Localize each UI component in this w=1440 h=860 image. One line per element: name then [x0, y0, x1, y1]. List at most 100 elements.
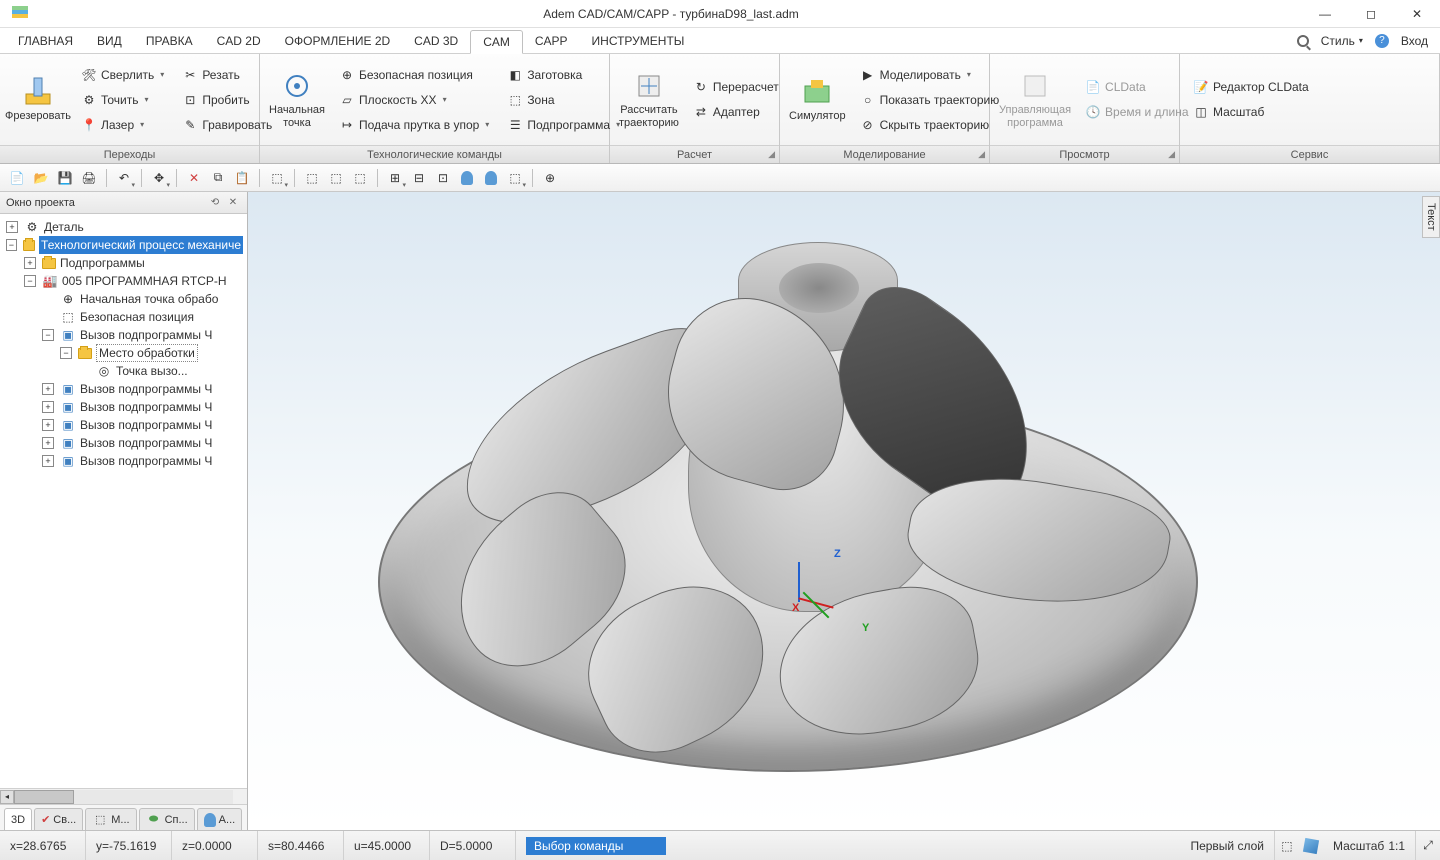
tab-tools[interactable]: ИНСТРУМЕНТЫ	[580, 30, 697, 52]
status-ico1[interactable]: ⬚	[1277, 836, 1297, 856]
tree-hscroll[interactable]: ◂ ▸	[0, 788, 247, 804]
login-button[interactable]: Вход	[1395, 32, 1434, 50]
zone-button[interactable]: ⬚Зона	[500, 88, 627, 112]
barfeed-button[interactable]: ↦Подача прутка в упор▾	[332, 113, 496, 137]
start-point-icon	[281, 70, 313, 102]
tab-edit[interactable]: ПРАВКА	[134, 30, 205, 52]
qat-print[interactable]: 🖨	[78, 167, 100, 189]
show-traj-button[interactable]: ○Показать траекторию	[853, 88, 1007, 112]
qat-t8[interactable]: ⬚▾	[504, 167, 526, 189]
qat-delete[interactable]: ✕	[183, 167, 205, 189]
start-point-button[interactable]: Начальная точка	[266, 60, 328, 140]
recalc-button[interactable]: ↻Перерасчет	[686, 75, 786, 99]
status-u: u=45.0000	[344, 831, 430, 860]
mill-button[interactable]: Фрезеровать	[6, 60, 70, 140]
qat-t6[interactable]: ⊟	[408, 167, 430, 189]
tab-capp[interactable]: CAPP	[523, 30, 580, 52]
qat-db2[interactable]	[480, 167, 502, 189]
drill-button[interactable]: 🛠Сверлить▾	[74, 63, 171, 87]
help-icon[interactable]: ?	[1375, 34, 1389, 48]
status-x: x=28.6765	[0, 831, 86, 860]
group-calc-label: Расчет◢	[610, 145, 779, 163]
mill-icon	[22, 76, 54, 108]
safe-pos-button[interactable]: ⊕Безопасная позиция	[332, 63, 496, 87]
cldata-button[interactable]: 📄CLData	[1078, 75, 1195, 99]
status-ico2[interactable]	[1301, 836, 1321, 856]
hide-traj-button[interactable]: ⊘Скрыть траекторию	[853, 113, 1007, 137]
status-y: y=-75.1619	[86, 831, 172, 860]
qat-undo[interactable]: ↶▾	[113, 167, 135, 189]
search-icon[interactable]	[1297, 35, 1309, 47]
qat-copy[interactable]: ⧉	[207, 167, 229, 189]
status-cmd: Выбор команды	[516, 831, 676, 860]
call-icon: ▣	[60, 381, 76, 397]
time-len-button[interactable]: 🕓Время и длина	[1078, 100, 1195, 124]
qat-new[interactable]: 📄	[6, 167, 28, 189]
text-tab[interactable]: Текст	[1422, 196, 1440, 238]
qat-t2[interactable]: ⬚	[301, 167, 323, 189]
qat-open[interactable]: 📂	[30, 167, 52, 189]
collapse-icon[interactable]: −	[6, 239, 17, 251]
window-title: Adem CAD/CAM/CAPP - турбинаD98_last.adm	[40, 7, 1302, 21]
scale-button[interactable]: ◫Масштаб	[1186, 100, 1316, 124]
qat-db1[interactable]	[456, 167, 478, 189]
status-scale[interactable]: Масштаб1:1	[1323, 831, 1416, 860]
status-layer[interactable]: Первый слой	[1180, 831, 1275, 860]
tab-cad3d[interactable]: CAD 3D	[402, 30, 470, 52]
stab-m[interactable]: ⬚М...	[85, 808, 136, 830]
safe-pos-icon: ⊕	[339, 67, 355, 83]
qat-t4[interactable]: ⬚	[349, 167, 371, 189]
call-icon: ▣	[60, 417, 76, 433]
project-panel-header: Окно проекта ⟲ ✕	[0, 192, 247, 214]
simulator-button[interactable]: Симулятор	[786, 60, 849, 140]
group-service-label: Сервис	[1180, 145, 1439, 163]
qat-t5[interactable]: ⊞▾	[384, 167, 406, 189]
panel-close-button[interactable]: ✕	[225, 196, 241, 210]
expand-icon[interactable]: +	[6, 221, 18, 233]
plane-icon: ▱	[339, 92, 355, 108]
turn-icon: ⚙	[81, 92, 97, 108]
viewport-3d[interactable]: Текст Z X Y	[248, 192, 1440, 830]
engrave-icon: ✎	[182, 117, 198, 133]
tab-cad2d[interactable]: CAD 2D	[205, 30, 273, 52]
stab-3d[interactable]: 3D	[4, 808, 32, 830]
minimize-button[interactable]: —	[1302, 0, 1348, 28]
qat-t1[interactable]: ⬚▾	[266, 167, 288, 189]
quick-toolbar: 📄 📂 💾 🖨 ↶▾ ✥▾ ✕ ⧉ 📋 ⬚▾ ⬚ ⬚ ⬚ ⊞▾ ⊟ ⊡ ⬚▾ ⊕	[0, 164, 1440, 192]
qat-save[interactable]: 💾	[54, 167, 76, 189]
adapter-button[interactable]: ⇄Адаптер	[686, 100, 786, 124]
cldata-editor-button[interactable]: 📝Редактор CLData	[1186, 75, 1316, 99]
tab-format2d[interactable]: ОФОРМЛЕНИЕ 2D	[273, 30, 403, 52]
calc-traj-button[interactable]: Рассчитать траекторию	[616, 60, 682, 140]
scroll-left-button[interactable]: ◂	[0, 790, 14, 804]
close-button[interactable]: ✕	[1394, 0, 1440, 28]
status-bar: x=28.6765 y=-75.1619 z=0.0000 s=80.4466 …	[0, 830, 1440, 860]
stab-sp[interactable]: ⬬Сп...	[139, 808, 195, 830]
project-tree[interactable]: +⚙Деталь −Технологический процесс механи…	[0, 214, 247, 788]
ctrl-prog-button[interactable]: Управляющая программа	[996, 60, 1074, 140]
laser-button[interactable]: 📍Лазер▾	[74, 113, 171, 137]
maximize-button[interactable]: ◻	[1348, 0, 1394, 28]
call-icon: ▣	[60, 399, 76, 415]
status-expand[interactable]: ⤢	[1418, 836, 1438, 856]
subprog-button[interactable]: ☰Подпрограмма▾	[500, 113, 627, 137]
panel-pin-button[interactable]: ⟲	[207, 196, 223, 210]
turn-button[interactable]: ⚙Точить▾	[74, 88, 171, 112]
scroll-thumb[interactable]	[14, 790, 74, 804]
qat-t3[interactable]: ⬚	[325, 167, 347, 189]
style-dropdown[interactable]: Стиль▾	[1315, 32, 1369, 50]
tab-main[interactable]: ГЛАВНАЯ	[6, 30, 85, 52]
stab-a[interactable]: А...	[197, 808, 243, 830]
tab-view[interactable]: ВИД	[85, 30, 134, 52]
calc-icon	[633, 70, 665, 102]
qat-tool1[interactable]: ✥▾	[148, 167, 170, 189]
stab-sv[interactable]: ✔Св...	[34, 808, 83, 830]
qat-paste[interactable]: 📋	[231, 167, 253, 189]
qat-t7[interactable]: ⊡	[432, 167, 454, 189]
tab-cam[interactable]: CAM	[470, 30, 523, 54]
plane-button[interactable]: ▱Плоскость XX▾	[332, 88, 496, 112]
qat-t9[interactable]: ⊕	[539, 167, 561, 189]
model-button[interactable]: ▶Моделировать▾	[853, 63, 1007, 87]
stock-button[interactable]: ◧Заготовка	[500, 63, 627, 87]
clock-icon: 🕓	[1085, 104, 1101, 120]
